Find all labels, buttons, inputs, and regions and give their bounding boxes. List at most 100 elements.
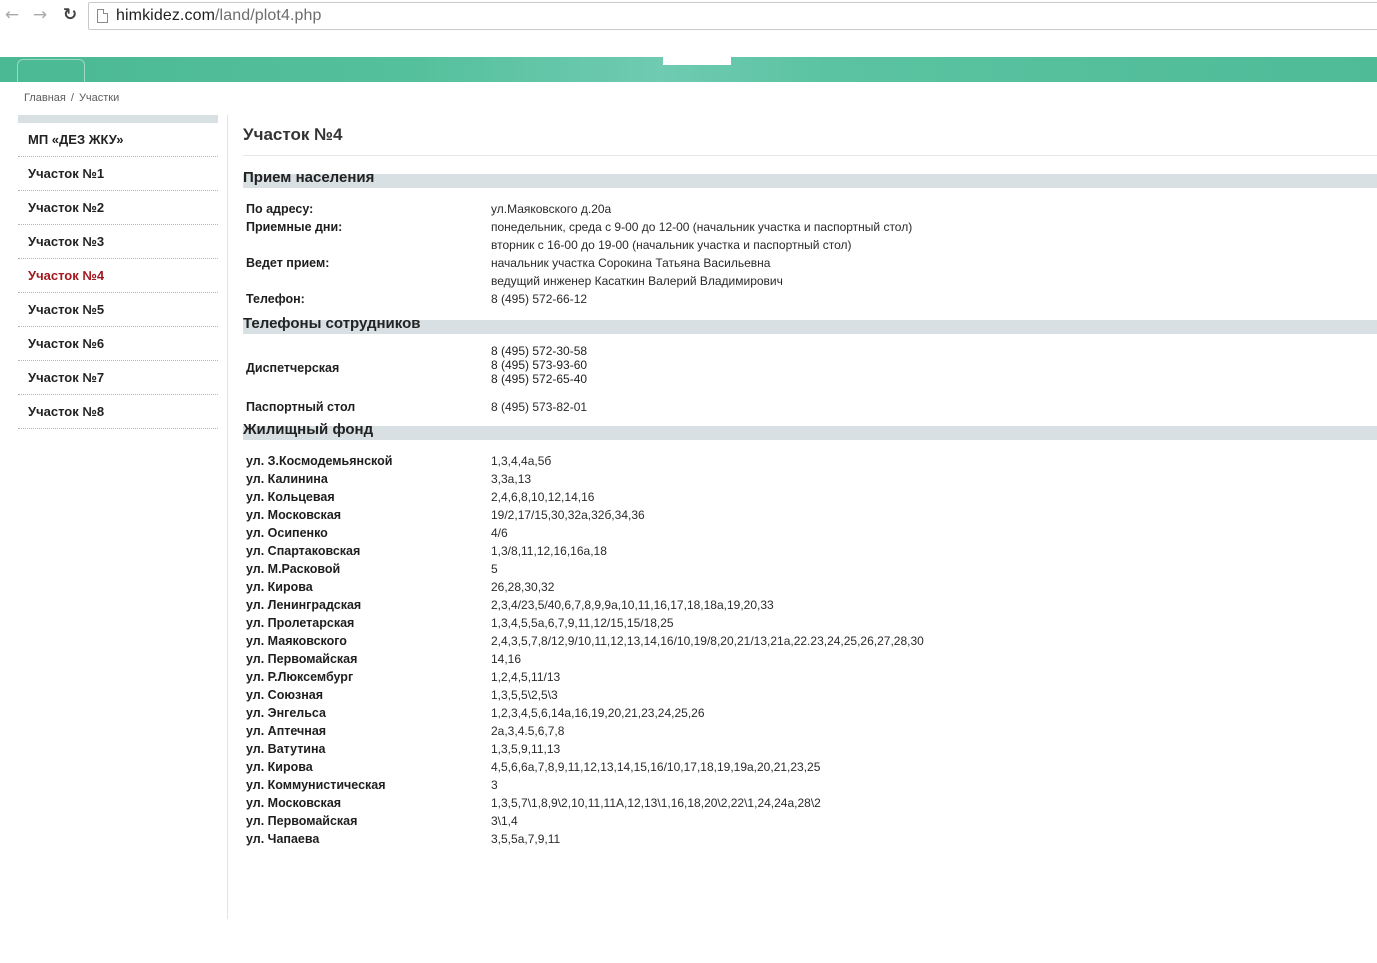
housing-row: ул. Маяковского 2,4,3,5,7,8/12,9/10,11,12… [243,632,1377,650]
street-name: ул. Осипенко [246,526,328,540]
reception-row: ведущий инженер Касаткин Валерий Владими… [243,272,1377,290]
sidebar-item-plot-4[interactable]: Участок №4 [18,259,218,293]
housing-row: ул. Пролетарская 1,3,4,5,5а,6,7,9,11,12/1… [243,614,1377,632]
dispatch-phone: 8 (495) 572-30-58 [491,344,588,358]
house-numbers: 1,2,3,4,5,6,14а,16,19,20,21,23,24,25,26 [491,706,705,720]
house-numbers: 2,4,3,5,7,8/12,9/10,11,12,13,14,16/10,19… [491,634,924,648]
house-numbers: 19/2,17/15,30,32а,32б,34,36 [491,508,645,522]
dispatch-phones: 8 (495) 572-30-58 8 (495) 573-93-60 8 (4… [491,344,587,386]
page-title: Участок №4 [243,115,1377,156]
housing-row: ул. Энгельса 1,2,3,4,5,6,14а,16,19,20,21,… [243,704,1377,722]
house-numbers: 2а,3,4.5,6,7,8 [491,724,565,738]
street-name: ул. Первомайская [246,814,358,828]
main-content: Участок №4 Прием населения По адресу: ул… [243,115,1377,848]
housing-row: ул. М.Расковой 5 [243,560,1377,578]
housing-row: ул. Р.Люксембург 1,2,4,5,11/13 [243,668,1377,686]
housing-row: ул. Кольцевая 2,4,6,8,10,12,14,16 [243,488,1377,506]
housing-row: ул. Аптечная 2а,3,4.5,6,7,8 [243,722,1377,740]
housing-row: ул. Московская 1,3,5,7\1,8,9\2,10,11,11А,… [243,794,1377,812]
house-numbers: 5 [491,562,498,576]
sidebar-top-band [18,115,218,123]
section-heading-staff-phones: Телефоны сотрудников [243,314,1377,338]
site-logo[interactable] [17,59,85,82]
browser-toolbar: ← → ↻ himkidez.com/land/plot4.php [0,0,1377,32]
house-numbers: 4,5,6,6а,7,8,9,11,12,13,14,15,16/10,17,1… [491,760,821,774]
forward-arrow-icon[interactable]: → [30,5,50,25]
house-numbers: 14,16 [491,652,522,666]
section-heading-text: Жилищный фонд [243,421,374,438]
house-numbers: 2,3,4/23,5/40,6,7,8,9,9а,10,11,16,17,18,… [491,598,774,612]
house-numbers: 3,3а,13 [491,472,532,486]
page-icon [97,9,108,23]
house-numbers: 2,4,6,8,10,12,14,16 [491,490,595,504]
street-name: ул. Кирова [246,760,313,774]
house-numbers: 1,3,5,5\2,5\3 [491,688,558,702]
reload-icon[interactable]: ↻ [60,5,80,25]
days-value-line1: понедельник, среда с 9-00 до 12-00 (нача… [491,220,913,234]
url-text[interactable]: himkidez.com/land/plot4.php [116,7,322,25]
reception-row: Телефон: 8 (495) 572-66-12 [243,290,1377,308]
reception-row: Ведет прием: начальник участка Сорокина … [243,254,1377,272]
housing-row: ул. Союзная 1,3,5,5\2,5\3 [243,686,1377,704]
phone-value: 8 (495) 572-66-12 [491,292,588,306]
content-divider [227,115,228,919]
dispatch-row: Диспетчерская 8 (495) 572-30-58 8 (495) … [243,344,1377,390]
host-value-line1: начальник участка Сорокина Татьяна Васил… [491,256,771,270]
reception-block: По адресу: ул.Маяковского д.20а Приемные… [243,200,1377,308]
house-numbers: 1,3,5,9,11,13 [491,742,561,756]
sidebar-item-plot-6[interactable]: Участок №6 [18,327,218,361]
housing-row: ул. Московская 19/2,17/15,30,32а,32б,34,3… [243,506,1377,524]
reception-row: Приемные дни: понедельник, среда с 9-00 … [243,218,1377,236]
address-bar[interactable]: himkidez.com/land/plot4.php [88,2,1377,30]
sidebar-item-plot-5[interactable]: Участок №5 [18,293,218,327]
housing-row: ул. Кирова 26,28,30,32 [243,578,1377,596]
housing-table: ул. З.Космодемьянской 1,3,4,4а,5б ул. Кали… [243,452,1377,848]
back-arrow-icon[interactable]: ← [2,5,22,25]
street-name: ул. Коммунистическая [246,778,386,792]
street-name: ул. Союзная [246,688,324,702]
reception-row: По адресу: ул.Маяковского д.20а [243,200,1377,218]
house-numbers: 3 [491,778,498,792]
sidebar-item-plot-3[interactable]: Участок №3 [18,225,218,259]
house-numbers: 1,2,4,5,11/13 [491,670,561,684]
house-numbers: 3\1,4 [491,814,518,828]
street-name: ул. Ленинградская [246,598,362,612]
housing-row: ул. Первомайская 3\1,4 [243,812,1377,830]
section-heading-text: Прием населения [243,169,375,186]
street-name: ул. Первомайская [246,652,358,666]
passport-row: Паспортный стол 8 (495) 573-82-01 [243,398,1377,416]
url-host: himkidez.com [116,7,216,24]
section-band [243,174,1377,188]
street-name: ул. Калинина [246,472,328,486]
sidebar-item-plot-8[interactable]: Участок №8 [18,395,218,429]
house-numbers: 4/6 [491,526,508,540]
breadcrumb-separator: / [70,92,74,104]
house-numbers: 3,5,5а,7,9,11 [491,832,561,846]
housing-row: ул. Калинина 3,3а,13 [243,470,1377,488]
sidebar-item-dez-zhku[interactable]: МП «ДЕЗ ЖКУ» [18,123,218,157]
house-numbers: 1,3/8,11,12,16,16а,18 [491,544,607,558]
site-header-banner [0,57,1377,82]
sidebar-item-plot-7[interactable]: Участок №7 [18,361,218,395]
house-numbers: 26,28,30,32 [491,580,555,594]
section-heading-reception: Прием населения [243,168,1377,192]
section-heading-text: Телефоны сотрудников [243,315,421,332]
breadcrumb: Главная / Участки [24,92,119,104]
sidebar-item-plot-1[interactable]: Участок №1 [18,157,218,191]
street-name: ул. Р.Люксембург [246,670,354,684]
passport-label: Паспортный стол [246,400,356,414]
street-name: ул. Энгельса [246,706,326,720]
sidebar-item-plot-2[interactable]: Участок №2 [18,191,218,225]
street-name: ул. Московская [246,508,342,522]
section-heading-housing: Жилищный фонд [243,420,1377,444]
staff-phones-block: Диспетчерская 8 (495) 572-30-58 8 (495) … [243,344,1377,416]
breadcrumb-home-link[interactable]: Главная [24,92,66,104]
street-name: ул. Кольцевая [246,490,335,504]
street-name: ул. Чапаева [246,832,320,846]
house-numbers: 1,3,5,7\1,8,9\2,10,11,11А,12,13\1,16,18,… [491,796,821,810]
street-name: ул. Аптечная [246,724,327,738]
dispatch-phone: 8 (495) 572-65-40 [491,372,588,386]
days-label: Приемные дни: [246,220,343,234]
street-name: ул. Спартаковская [246,544,361,558]
housing-row: ул. Чапаева 3,5,5а,7,9,11 [243,830,1377,848]
